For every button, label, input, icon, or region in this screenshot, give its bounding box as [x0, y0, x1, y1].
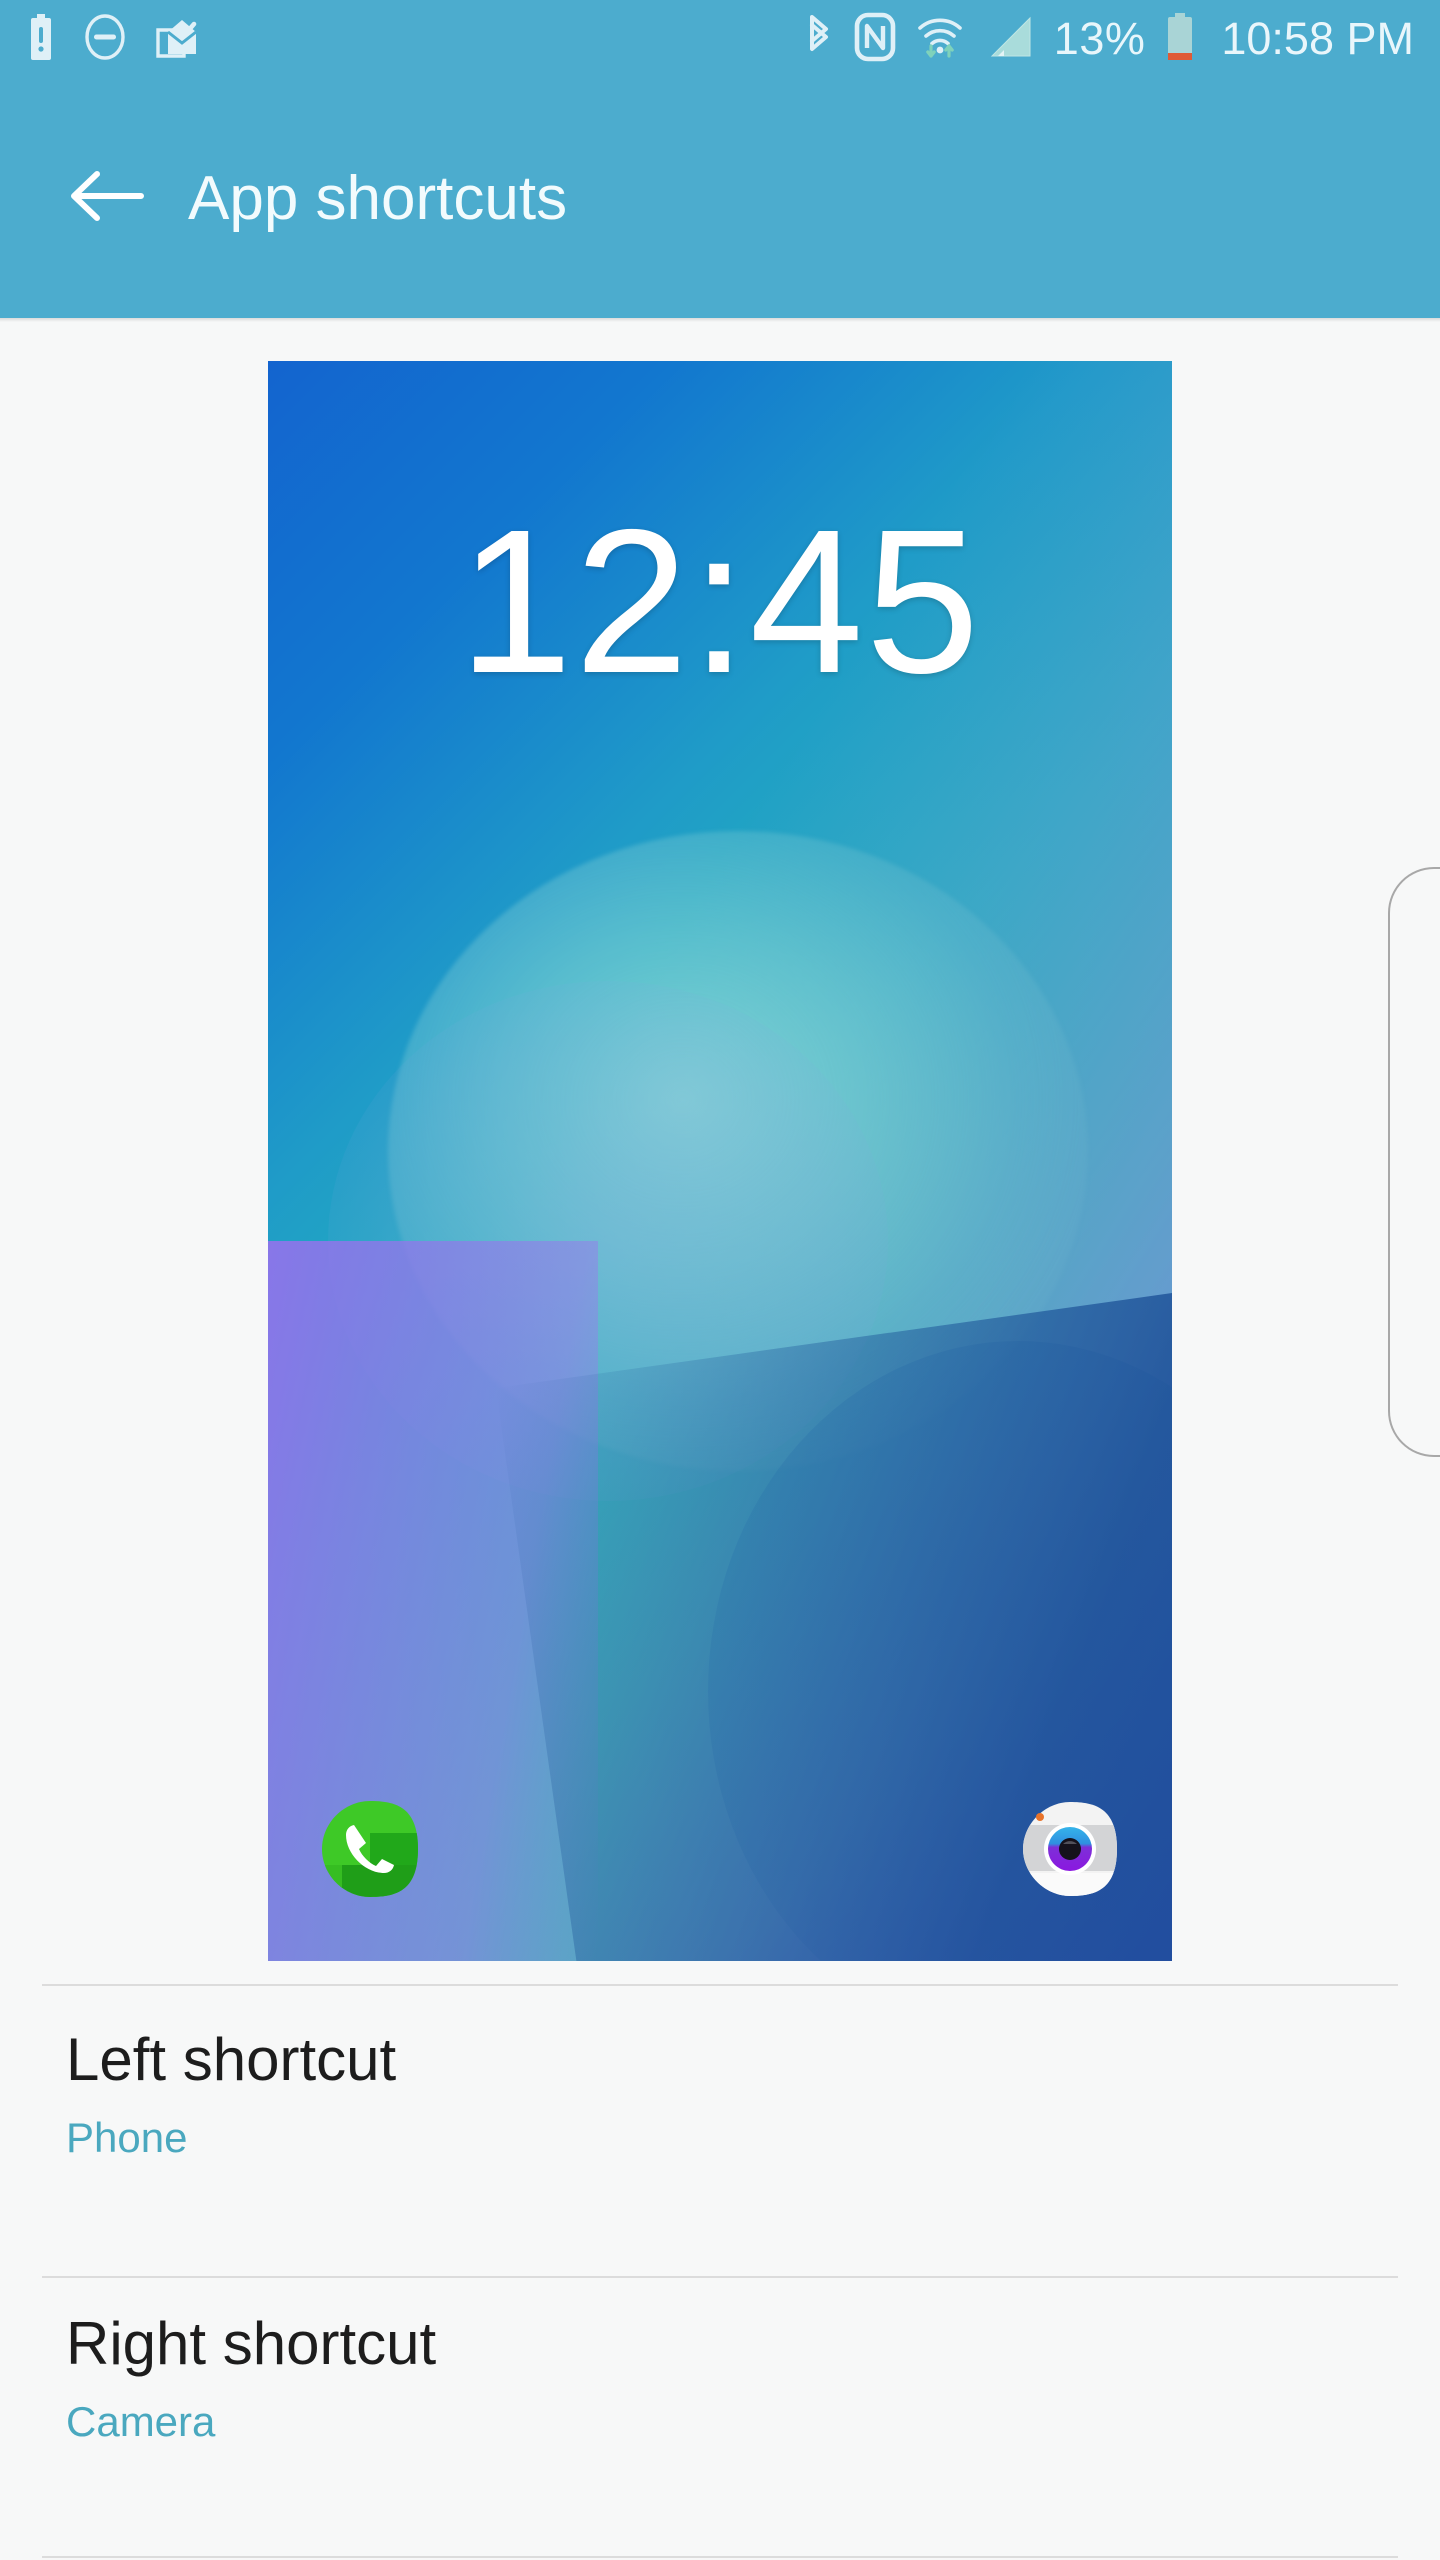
app-bar: App shortcuts — [0, 78, 1440, 318]
vertical-scrollbar[interactable] — [1388, 867, 1440, 1457]
do-not-disturb-icon — [82, 13, 128, 65]
setting-title: Left shortcut — [66, 2026, 397, 2093]
setting-row-right-shortcut[interactable]: Right shortcut Camera — [0, 2306, 1440, 2447]
settings-content: 12:45 Left shortcut Phone Right shortcut… — [0, 322, 1440, 2560]
wifi-icon — [914, 12, 966, 67]
battery-percent-label: 13% — [1053, 13, 1146, 64]
preview-right-shortcut-icon[interactable] — [1020, 1799, 1120, 1899]
divider-top — [42, 1984, 1398, 1986]
bluetooth-icon — [802, 12, 836, 67]
lockscreen-wallpaper: 12:45 — [268, 361, 1172, 1961]
page-title: App shortcuts — [188, 163, 568, 233]
battery-level-icon — [1163, 12, 1197, 67]
setting-value: Phone — [66, 2114, 188, 2161]
phone-icon — [320, 1801, 420, 1903]
preview-clock-label: 12:45 — [458, 487, 982, 716]
divider-middle — [42, 2276, 1398, 2278]
cellular-signal-icon — [984, 12, 1036, 67]
mail-read-icon — [154, 14, 202, 65]
battery-warning-icon — [26, 13, 56, 65]
status-bar-left-icons — [26, 13, 202, 65]
back-button[interactable] — [46, 138, 166, 258]
app-screen: 13% 10:58 PM App shortcuts 12:45 Left sh… — [0, 0, 1440, 2560]
setting-title: Right shortcut — [66, 2310, 437, 2377]
divider-bottom — [42, 2556, 1398, 2558]
clock-label: 10:58 PM — [1221, 13, 1414, 64]
status-bar-right-icons: 13% 10:58 PM — [802, 12, 1414, 67]
setting-row-left-shortcut[interactable]: Left shortcut Phone — [0, 2022, 1440, 2163]
setting-value: Camera — [66, 2398, 216, 2445]
back-arrow-icon — [67, 165, 145, 232]
camera-icon — [1020, 1802, 1120, 1903]
status-bar: 13% 10:58 PM — [0, 0, 1440, 78]
nfc-icon — [854, 12, 896, 67]
lockscreen-preview[interactable]: 12:45 — [268, 361, 1172, 1961]
preview-left-shortcut-icon[interactable] — [320, 1799, 420, 1899]
